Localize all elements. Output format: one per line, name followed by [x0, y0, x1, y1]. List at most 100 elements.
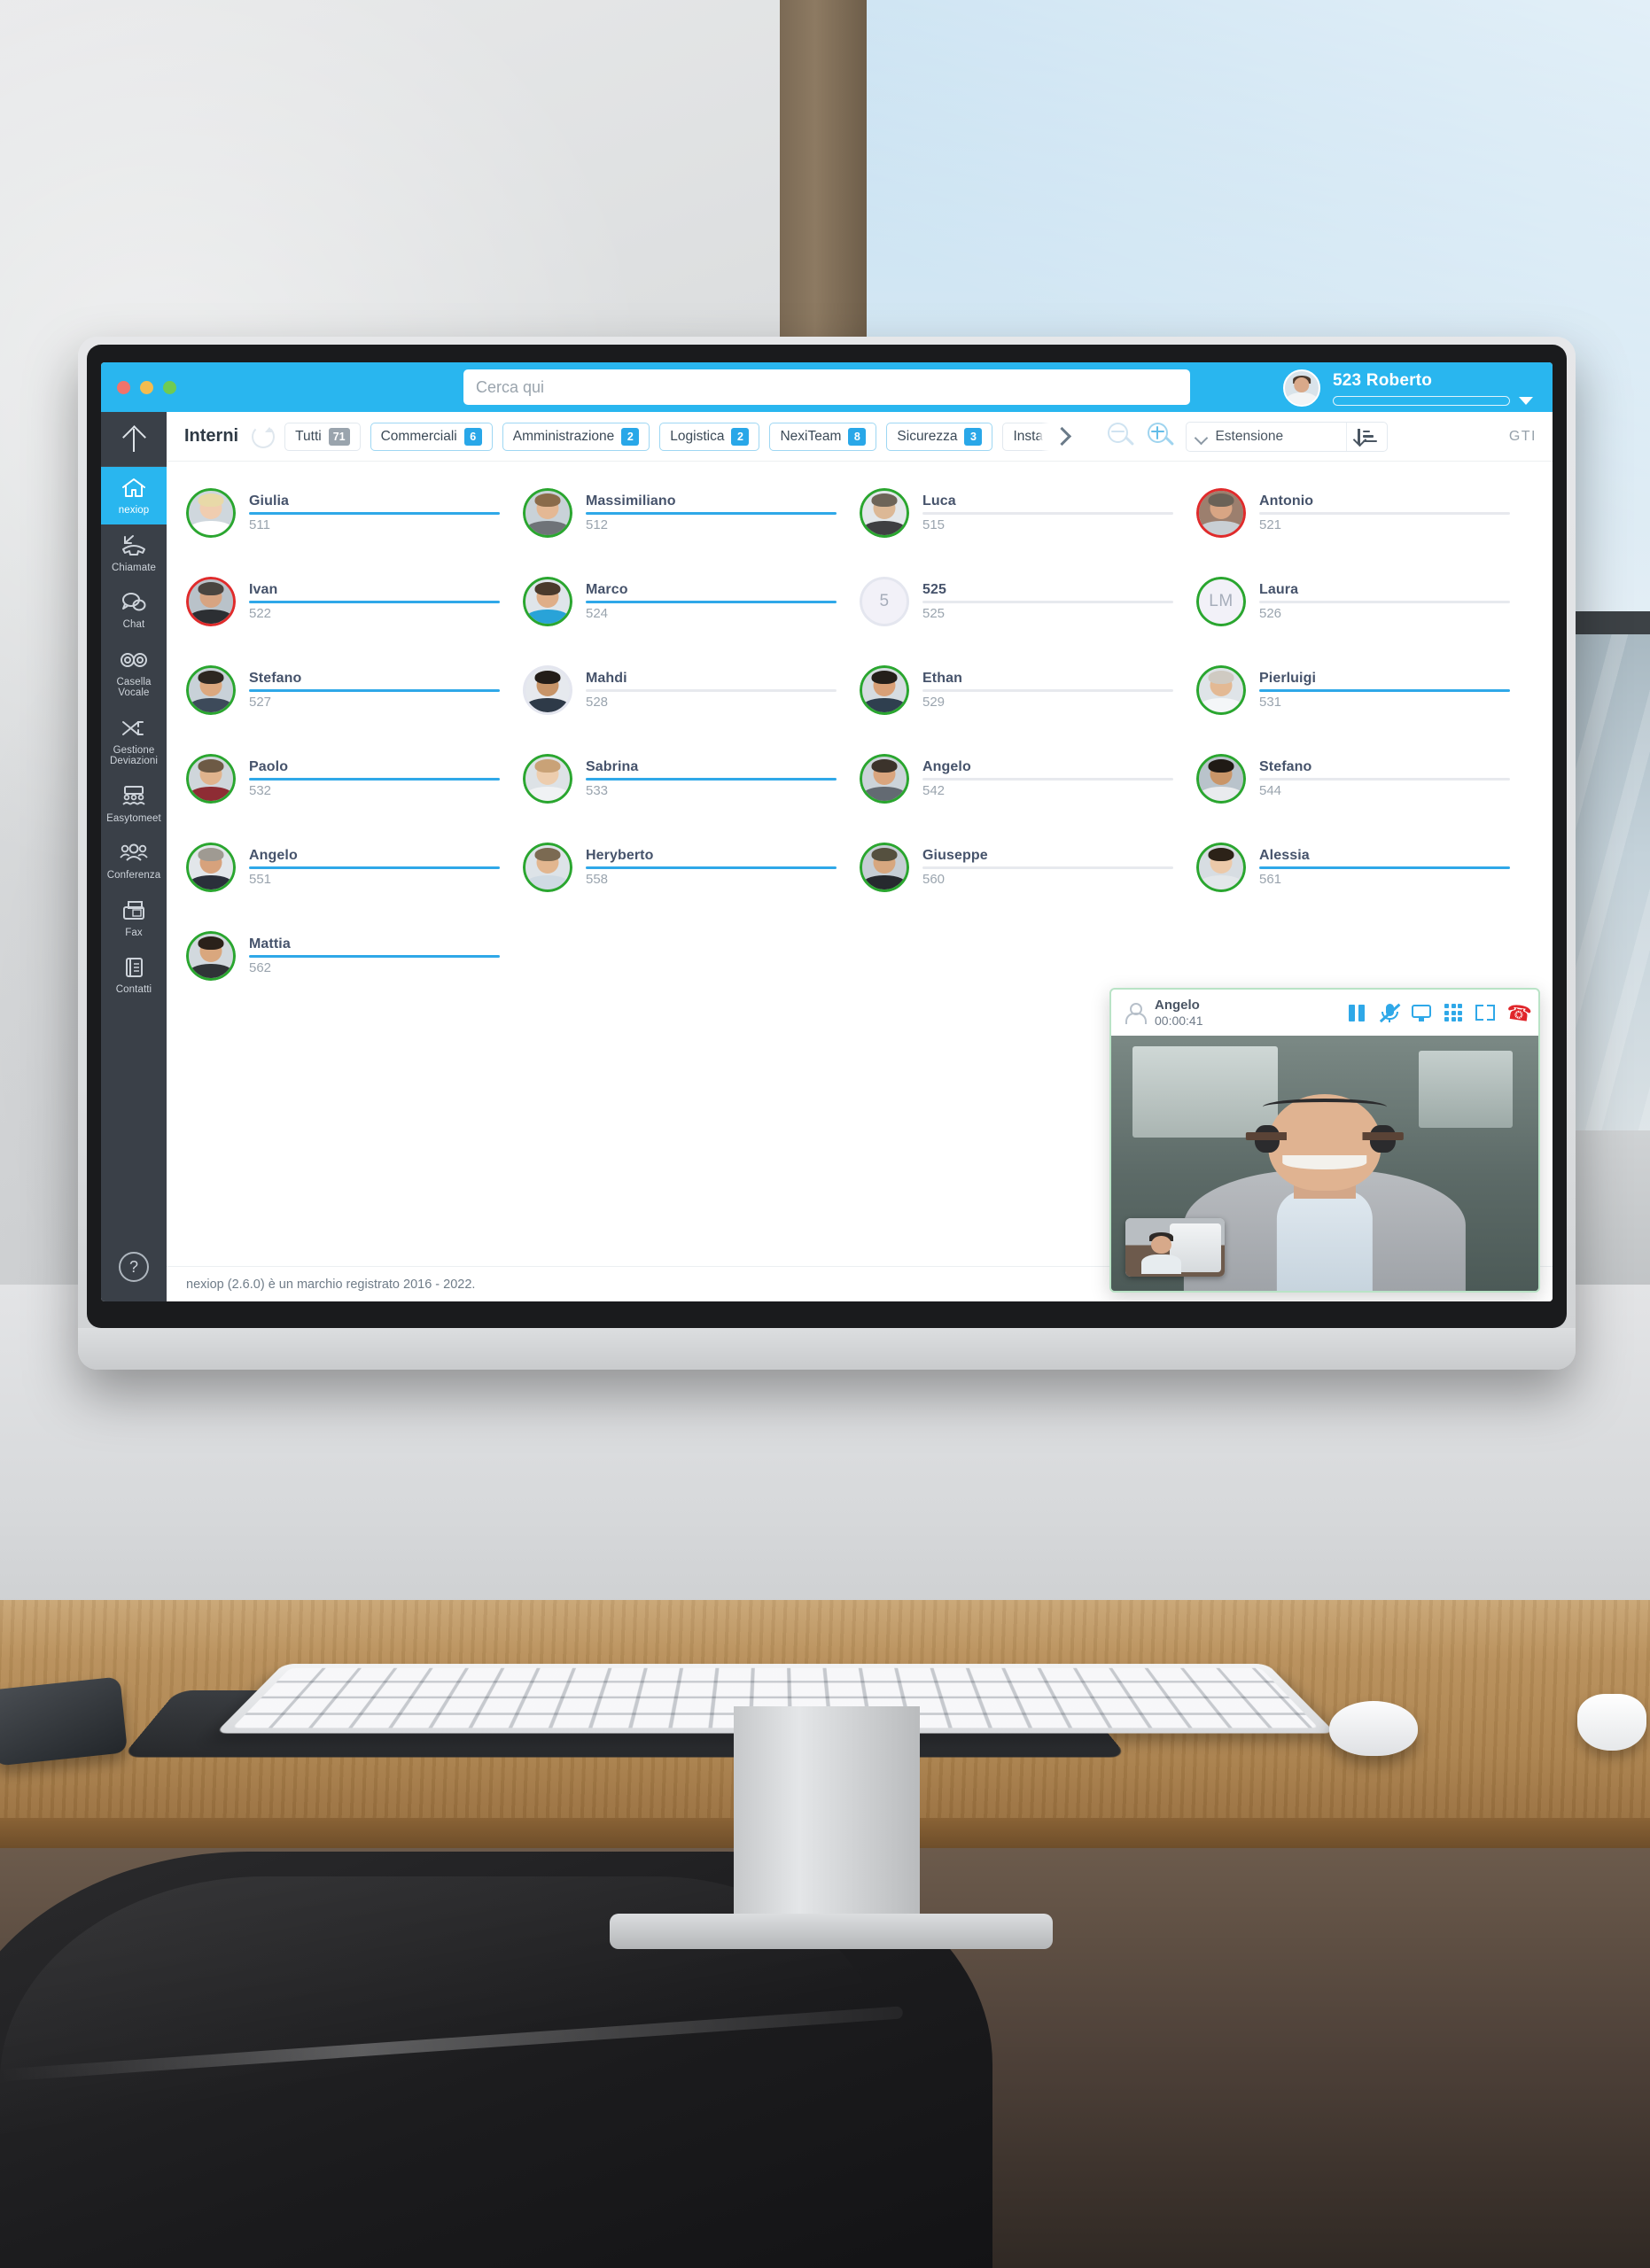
sidebar-item-casella-vocale[interactable]: Casella Vocale	[101, 639, 167, 707]
contact-card[interactable]: Stefano 527	[186, 646, 523, 734]
contact-line-indicator	[1259, 689, 1510, 692]
chevron-down-icon	[1196, 433, 1207, 439]
filter-chip-amministrazione[interactable]: Amministrazione 2	[502, 422, 650, 451]
monitor-bezel: Cerca qui 523 Roberto nexiop Chiamate Ch…	[87, 345, 1567, 1328]
minimize-button[interactable]	[140, 380, 153, 394]
hangup-phone-icon[interactable]: ☎	[1505, 999, 1533, 1026]
sort-select[interactable]: Estensione	[1186, 421, 1389, 452]
pause-icon[interactable]	[1347, 1002, 1368, 1023]
contact-card[interactable]: Sabrina 533	[523, 734, 860, 823]
contact-card[interactable]: Massimiliano 512	[523, 469, 860, 557]
voicemail-icon	[120, 647, 148, 673]
sidebar-item-chat[interactable]: Chat	[101, 581, 167, 639]
status-ring	[860, 754, 909, 804]
window-controls[interactable]	[117, 380, 176, 394]
help-label: ?	[128, 1257, 138, 1276]
zoom-in-icon[interactable]	[1146, 422, 1176, 452]
sidebar-item-label: Conferenza	[106, 870, 161, 881]
chevron-right-icon[interactable]	[1038, 412, 1086, 461]
contact-card[interactable]: Pierluigi 531	[1196, 646, 1533, 734]
footer-text: nexiop (2.6.0) è un marchio registrato 2…	[186, 1277, 476, 1292]
contact-extension: 526	[1259, 606, 1282, 621]
contact-card[interactable]: Antonio 521	[1196, 469, 1533, 557]
avatar: LM	[1196, 577, 1246, 626]
status-ring	[860, 488, 909, 538]
avatar	[186, 577, 236, 626]
filter-count: 2	[621, 427, 640, 446]
contact-name: Ivan	[249, 582, 278, 597]
dialpad-icon[interactable]	[1443, 1002, 1464, 1023]
earbuds-case	[1577, 1694, 1646, 1751]
sidebar-item-conferenza[interactable]: Conferenza	[101, 832, 167, 889]
contact-card[interactable]: Heryberto 558	[523, 823, 860, 912]
contact-card[interactable]: Marco 524	[523, 557, 860, 646]
monitor-screen-icon[interactable]	[1411, 1002, 1432, 1023]
status-ring	[186, 577, 236, 626]
contact-card[interactable]: Paolo 532	[186, 734, 523, 823]
user-menu[interactable]: 523 Roberto	[1283, 369, 1533, 407]
filter-chip-sicurezza[interactable]: Sicurezza 3	[886, 422, 993, 451]
call-actions: ☎	[1347, 999, 1533, 1026]
refresh-icon[interactable]	[252, 424, 276, 448]
status-ring	[860, 577, 909, 626]
contact-card[interactable]: Stefano 544	[1196, 734, 1533, 823]
sidebar-item-easytomeet[interactable]: Easytomeet	[101, 775, 167, 833]
contact-line-indicator	[922, 866, 1173, 869]
status-ring	[186, 754, 236, 804]
contact-card[interactable]: 5 525 525	[860, 557, 1196, 646]
sidebar-item-nexiop[interactable]: nexiop	[101, 467, 167, 524]
zoom-out-icon[interactable]	[1106, 422, 1136, 452]
contact-card[interactable]: Giulia 511	[186, 469, 523, 557]
app-window: Cerca qui 523 Roberto nexiop Chiamate Ch…	[101, 362, 1553, 1301]
sidebar-item-fax[interactable]: Fax	[101, 889, 167, 947]
filter-chip-commerciali[interactable]: Commerciali 6	[370, 422, 493, 451]
contact-card[interactable]: Angelo 542	[860, 734, 1196, 823]
user-status-bar	[1333, 395, 1510, 406]
sort-value: Estensione	[1215, 428, 1284, 444]
call-video-feed[interactable]	[1111, 1036, 1538, 1291]
search-input[interactable]: Cerca qui	[463, 369, 1190, 405]
contact-card[interactable]: Ethan 529	[860, 646, 1196, 734]
filter-chip-tutti[interactable]: Tutti 71	[284, 422, 361, 451]
contact-card[interactable]: Alessia 561	[1196, 823, 1533, 912]
self-view-thumbnail[interactable]	[1125, 1218, 1225, 1277]
status-ring	[523, 754, 572, 804]
sidebar-collapse-button[interactable]	[101, 412, 167, 467]
call-duration: 00:00:41	[1155, 1014, 1203, 1028]
contact-card[interactable]: Ivan 522	[186, 557, 523, 646]
sidebar-item-label: Easytomeet	[106, 812, 161, 824]
contact-line-indicator	[922, 778, 1173, 781]
contact-name: Laura	[1259, 582, 1299, 597]
fullscreen-icon[interactable]	[1475, 1002, 1496, 1023]
chat-bubbles-icon	[121, 589, 147, 616]
sidebar-item-label: Contatti	[115, 984, 152, 995]
contact-name: Giuseppe	[922, 848, 988, 863]
sort-descending-icon[interactable]	[1346, 422, 1387, 451]
contact-card[interactable]: Luca 515	[860, 469, 1196, 557]
contact-card[interactable]: Mattia 562	[186, 912, 523, 1000]
filter-chip-nexiteam[interactable]: NexiTeam 8	[769, 422, 877, 451]
sidebar-item-contatti[interactable]: Contatti	[101, 946, 167, 1004]
contact-name: Marco	[586, 582, 628, 597]
microphone-muted-icon[interactable]	[1379, 1002, 1401, 1023]
call-header: Angelo 00:00:41 ☎	[1111, 990, 1538, 1036]
help-button[interactable]: ?	[119, 1252, 149, 1282]
chevron-down-icon[interactable]	[1519, 396, 1533, 405]
close-button[interactable]	[117, 380, 130, 394]
contact-card[interactable]: Angelo 551	[186, 823, 523, 912]
contact-line-indicator	[922, 689, 1173, 692]
maximize-button[interactable]	[163, 380, 176, 394]
avatar	[523, 754, 572, 804]
filter-count: 8	[848, 427, 867, 446]
filter-count: 6	[463, 427, 482, 446]
contact-card[interactable]: LM Laura 526	[1196, 557, 1533, 646]
contact-extension: 561	[1259, 872, 1282, 887]
contact-card[interactable]: Giuseppe 560	[860, 823, 1196, 912]
contact-card[interactable]: Mahdi 528	[523, 646, 860, 734]
active-call-panel[interactable]: Angelo 00:00:41 ☎	[1109, 988, 1540, 1293]
sidebar-item-chiamate[interactable]: Chiamate	[101, 524, 167, 582]
sidebar-item-gestione-deviazioni[interactable]: Gestione Deviazioni	[101, 707, 167, 775]
filter-chip-logistica[interactable]: Logistica 2	[659, 422, 760, 451]
contact-name: Sabrina	[586, 759, 639, 774]
fax-icon	[121, 897, 147, 924]
